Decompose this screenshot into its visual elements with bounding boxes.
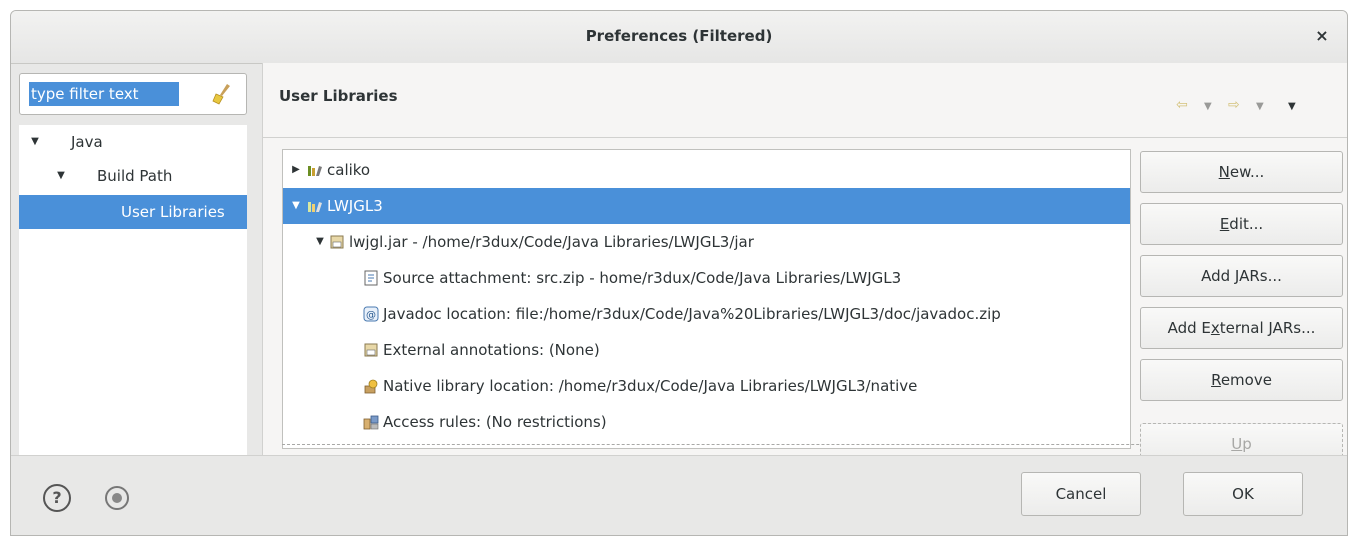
tree-item-label: Build Path <box>97 167 173 185</box>
library-label: LWJGL3 <box>327 197 383 215</box>
remove-button[interactable]: Remove <box>1140 359 1343 401</box>
preference-page: User Libraries ⇦ ▼ ⇨ ▼ ▼ ▶ caliko ▼ LWJG… <box>262 63 1347 465</box>
access-rules-label: Access rules: (No restrictions) <box>383 413 607 431</box>
access-rules-item[interactable]: Access rules: (No restrictions) <box>283 404 1130 440</box>
forward-dropdown-icon[interactable]: ▼ <box>1256 101 1264 112</box>
preferences-dialog: Preferences (Filtered) × ▼ Java ▼ Build … <box>10 10 1348 536</box>
back-arrow-icon[interactable]: ⇦ <box>1176 97 1188 113</box>
button-bar: ? Cancel OK <box>11 455 1347 535</box>
expand-arrow-icon[interactable]: ▼ <box>313 224 327 260</box>
new-button[interactable]: New... <box>1140 151 1343 193</box>
expand-arrow-icon[interactable]: ▶ <box>289 152 303 188</box>
separator <box>263 137 1347 138</box>
native-library-item[interactable]: Native library location: /home/r3dux/Cod… <box>283 368 1130 404</box>
forward-arrow-icon[interactable]: ⇨ <box>1228 97 1240 113</box>
library-label: caliko <box>327 161 371 179</box>
menu-dropdown-icon[interactable]: ▼ <box>1288 101 1296 112</box>
svg-text:@: @ <box>366 310 376 321</box>
expand-arrow-icon[interactable]: ▼ <box>53 159 69 193</box>
access-rules-icon <box>363 415 379 430</box>
tree-item-user-libraries[interactable]: User Libraries <box>19 195 247 229</box>
ok-button[interactable]: OK <box>1183 472 1303 516</box>
add-external-jars-button[interactable]: Add External JARs... <box>1140 307 1343 349</box>
edit-button[interactable]: Edit... <box>1140 203 1343 245</box>
dialog-title: Preferences (Filtered) <box>585 27 773 45</box>
source-attachment-item[interactable]: Source attachment: src.zip - home/r3dux/… <box>283 260 1130 296</box>
mnemonic-post: ternal JARs... <box>1219 319 1316 337</box>
preference-tree: ▼ Java ▼ Build Path User Libraries <box>19 125 247 455</box>
expand-arrow-icon[interactable]: ▼ <box>289 188 303 224</box>
library-item-caliko[interactable]: ▶ caliko <box>283 152 1130 188</box>
native-library-label: Native library location: /home/r3dux/Cod… <box>383 377 918 395</box>
mnemonic-key: U <box>1231 435 1243 453</box>
mnemonic-key: N <box>1218 163 1230 181</box>
library-tree[interactable]: ▶ caliko ▼ LWJGL3 ▼ lwjgl.jar - /home/r3… <box>282 149 1131 449</box>
mnemonic-key: x <box>1210 319 1220 337</box>
cancel-button[interactable]: Cancel <box>1021 472 1141 516</box>
mnemonic-key: E <box>1219 215 1230 233</box>
source-attachment-label: Source attachment: src.zip - home/r3dux/… <box>383 269 902 287</box>
mnemonic-post: ew... <box>1229 163 1265 181</box>
jar-item[interactable]: ▼ lwjgl.jar - /home/r3dux/Code/Java Libr… <box>283 224 1130 260</box>
title-bar: Preferences (Filtered) × <box>11 11 1347 64</box>
page-title: User Libraries <box>279 87 398 105</box>
library-item-lwjgl3[interactable]: ▼ LWJGL3 <box>283 188 1130 224</box>
history-nav: ⇦ ▼ ⇨ ▼ ▼ <box>1160 87 1340 127</box>
record-icon[interactable] <box>105 486 129 510</box>
help-icon[interactable]: ? <box>43 484 71 512</box>
jar-icon <box>330 235 344 249</box>
mnemonic-pre: Add <box>1201 267 1235 285</box>
javadoc-location-label: Javadoc location: file:/home/r3dux/Code/… <box>383 305 1001 323</box>
external-annotations-item[interactable]: External annotations: (None) <box>283 332 1130 368</box>
mnemonic-post: emove <box>1220 371 1272 389</box>
mnemonic-pre: Add E <box>1167 319 1211 337</box>
expand-arrow-icon[interactable]: ▼ <box>27 125 43 159</box>
native-library-icon <box>364 379 378 394</box>
external-annotations-label: External annotations: (None) <box>383 341 600 359</box>
add-jars-button[interactable]: Add JARs... <box>1140 255 1343 297</box>
tree-item-label: Java <box>71 133 103 151</box>
source-attachment-icon <box>364 270 378 286</box>
tree-item-build-path[interactable]: ▼ Build Path <box>19 159 247 193</box>
filter-input[interactable] <box>29 82 179 106</box>
library-icon <box>308 202 322 212</box>
tree-item-java[interactable]: ▼ Java <box>19 125 247 159</box>
javadoc-location-item[interactable]: @ Javadoc location: file:/home/r3dux/Cod… <box>283 296 1130 332</box>
back-dropdown-icon[interactable]: ▼ <box>1204 101 1212 112</box>
mnemonic-post: ARs... <box>1239 267 1282 285</box>
tree-item-label: User Libraries <box>121 203 225 221</box>
clear-filter-icon[interactable] <box>210 82 234 106</box>
mnemonic-post: dit... <box>1229 215 1264 233</box>
library-icon <box>308 166 322 176</box>
javadoc-icon: @ <box>363 306 379 322</box>
mnemonic-post: p <box>1242 435 1252 453</box>
annotations-icon <box>364 343 378 357</box>
close-icon[interactable]: × <box>1311 25 1333 47</box>
jar-label: lwjgl.jar - /home/r3dux/Code/Java Librar… <box>349 233 754 251</box>
filter-box <box>19 73 247 115</box>
mnemonic-key: R <box>1211 371 1221 389</box>
